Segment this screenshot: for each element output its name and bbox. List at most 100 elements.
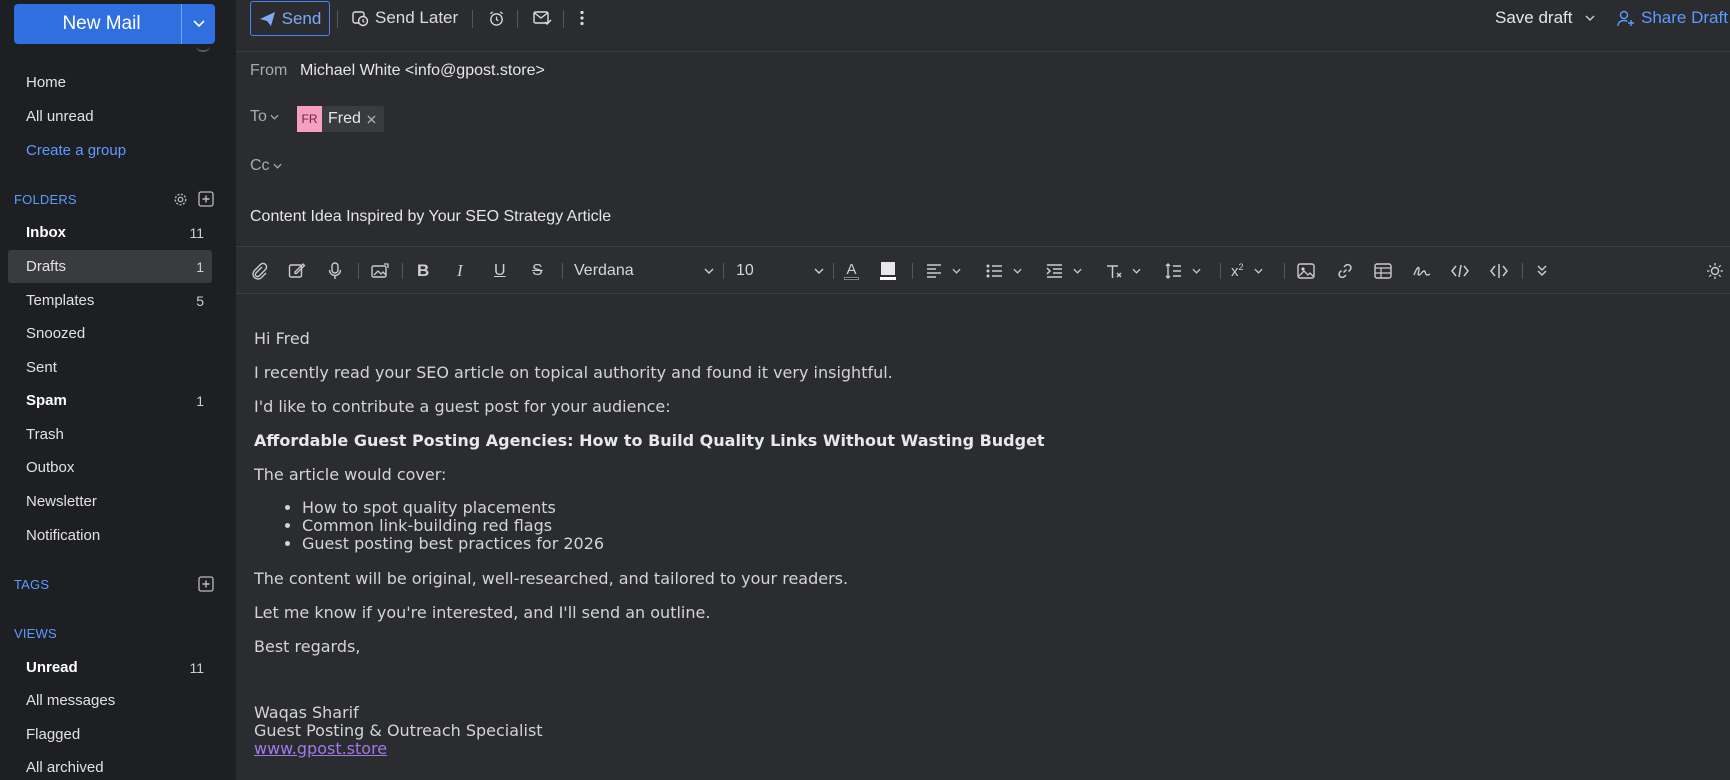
- send-label: Send: [281, 8, 322, 28]
- insert-picture-button[interactable]: [1297, 259, 1315, 283]
- to-label-text: To: [250, 108, 267, 125]
- text-color-icon: A: [846, 261, 857, 278]
- unread-count: 11: [189, 224, 204, 241]
- new-mail-dropdown[interactable]: [181, 4, 215, 44]
- list-item: Guest posting best practices for 2026: [302, 535, 604, 553]
- from-field[interactable]: Michael White <info@gpost.store>: [300, 62, 545, 80]
- line-height-dropdown[interactable]: [1165, 259, 1201, 283]
- signature-link[interactable]: www.gpost.store: [254, 739, 387, 758]
- sidebar-item-label: Notification: [26, 527, 101, 544]
- sidebar-item-sent[interactable]: Sent: [8, 351, 212, 384]
- send-button[interactable]: Send: [250, 1, 330, 36]
- to-label[interactable]: To: [250, 108, 279, 126]
- create-group-link[interactable]: Create a group: [8, 134, 212, 167]
- list-dropdown[interactable]: [986, 259, 1022, 283]
- section-title: VIEWS: [14, 625, 57, 641]
- toolbar-divider: [337, 10, 338, 28]
- more-format-button[interactable]: [1536, 259, 1548, 283]
- read-receipt-button[interactable]: [533, 4, 552, 32]
- align-left-icon: [927, 264, 941, 278]
- body-paragraph: I recently read your SEO article on topi…: [254, 363, 893, 382]
- italic-button[interactable]: I: [457, 259, 463, 283]
- picture-icon: [1297, 263, 1315, 279]
- subject-field[interactable]: Content Idea Inspired by Your SEO Strate…: [250, 208, 611, 226]
- send-later-button[interactable]: Send Later: [351, 4, 458, 32]
- sidebar-item-home[interactable]: Home: [8, 66, 212, 99]
- sidebar-item-trash[interactable]: Trash: [8, 418, 212, 451]
- more-options-button[interactable]: [579, 4, 585, 32]
- bold-button[interactable]: B: [417, 259, 429, 283]
- sidebar-item-newsletter[interactable]: Newsletter: [8, 485, 212, 518]
- unread-count: 5: [196, 292, 204, 309]
- collapse-handle-icon[interactable]: [196, 46, 210, 52]
- list-item: How to spot quality placements: [302, 499, 604, 517]
- close-icon[interactable]: [367, 114, 376, 124]
- font-family-select[interactable]: Verdana: [574, 259, 714, 283]
- new-mail-button[interactable]: New Mail: [14, 4, 181, 44]
- envelope-check-icon: [533, 11, 552, 26]
- microphone-icon: [328, 262, 342, 279]
- signature-title: Guest Posting & Outreach Specialist: [254, 721, 543, 740]
- insert-link-button[interactable]: [1336, 259, 1354, 283]
- add-folder-icon[interactable]: [198, 191, 214, 207]
- voice-record-button[interactable]: [328, 259, 342, 283]
- sidebar-item-notification[interactable]: Notification: [8, 519, 212, 552]
- sidebar-item-label: Home: [26, 74, 67, 91]
- share-draft-button[interactable]: Share Draft: [1617, 4, 1728, 32]
- insert-table-button[interactable]: [1374, 259, 1392, 283]
- text-color-button[interactable]: A: [844, 259, 859, 283]
- save-draft-button[interactable]: Save draft: [1495, 4, 1595, 32]
- strikethrough-button[interactable]: S: [532, 259, 543, 283]
- underline-button[interactable]: U: [494, 259, 506, 283]
- sidebar-item-snoozed[interactable]: Snoozed: [8, 317, 212, 350]
- toolbar-divider: [723, 263, 724, 279]
- sidebar-item-label: Snoozed: [26, 325, 86, 342]
- indent-dropdown[interactable]: [1046, 259, 1082, 283]
- attach-button[interactable]: [250, 259, 268, 283]
- sidebar-item-inbox[interactable]: Inbox 11: [8, 216, 212, 249]
- sidebar-item-spam[interactable]: Spam 1: [8, 384, 212, 417]
- signature-button[interactable]: [1413, 259, 1431, 283]
- share-draft-label: Share Draft: [1641, 8, 1728, 27]
- theme-toggle-button[interactable]: [1706, 259, 1724, 283]
- html-source-button[interactable]: [1490, 259, 1508, 283]
- reminder-button[interactable]: [488, 4, 505, 32]
- line-height-icon: [1165, 263, 1181, 279]
- body-greeting: Hi Fred: [254, 329, 310, 348]
- views-section-header: VIEWS: [14, 623, 214, 643]
- clear-format-dropdown[interactable]: [1105, 259, 1141, 283]
- sidebar-item-flagged[interactable]: Flagged: [8, 718, 212, 751]
- toolbar-divider: [1522, 263, 1523, 279]
- sidebar-item-all-unread[interactable]: All unread: [8, 100, 212, 133]
- insert-template-button[interactable]: [288, 259, 306, 283]
- sidebar-item-all-archived[interactable]: All archived: [8, 751, 212, 780]
- toolbar-divider: [912, 263, 913, 279]
- superscript-dropdown[interactable]: x2: [1231, 259, 1263, 283]
- unread-count: 1: [196, 392, 204, 409]
- signature-block: Waqas Sharif Guest Posting & Outreach Sp…: [254, 704, 543, 758]
- signature-icon: [1413, 266, 1431, 276]
- recipient-chip[interactable]: FR Fred: [297, 106, 384, 132]
- chevron-down-icon[interactable]: [1585, 15, 1595, 21]
- body-paragraph: I'd like to contribute a guest post for …: [254, 397, 671, 416]
- section-title: FOLDERS: [14, 191, 77, 207]
- add-tag-icon[interactable]: [198, 576, 214, 592]
- clock-send-icon: [352, 11, 369, 27]
- double-chevron-down-icon: [1537, 265, 1547, 277]
- sidebar-item-unread[interactable]: Unread 11: [8, 651, 212, 684]
- chevron-down-icon: [1073, 268, 1082, 274]
- insert-image-button[interactable]: [371, 259, 389, 283]
- sidebar-item-outbox[interactable]: Outbox: [8, 451, 212, 484]
- sidebar-item-templates[interactable]: Templates 5: [8, 284, 212, 317]
- font-size-select[interactable]: 10: [736, 259, 824, 283]
- sidebar-item-all-messages[interactable]: All messages: [8, 684, 212, 717]
- gear-icon[interactable]: [173, 192, 188, 207]
- chevron-down-icon: [952, 268, 961, 274]
- align-dropdown[interactable]: [926, 259, 961, 283]
- sidebar-item-drafts[interactable]: Drafts 1: [8, 250, 212, 283]
- highlight-color-button[interactable]: [880, 259, 896, 283]
- sidebar-item-label: Templates: [26, 292, 95, 309]
- code-button[interactable]: [1451, 259, 1469, 283]
- cc-label[interactable]: Cc: [250, 157, 282, 175]
- edit-box-icon: [288, 263, 306, 278]
